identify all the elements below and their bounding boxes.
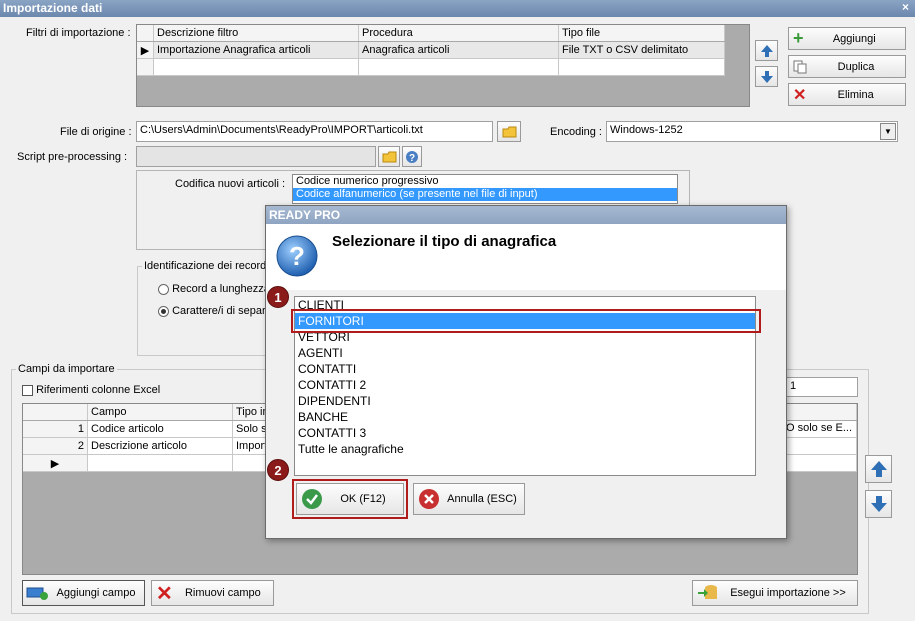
browse-script-button[interactable] [378,146,400,167]
filters-header-row: Descrizione filtro Procedura Tipo file [137,25,725,42]
radio-separator[interactable]: Carattere/i di separ [158,305,266,317]
excel-refs-checkbox[interactable]: Riferimenti colonne Excel [22,384,160,396]
script-help-button[interactable]: ? [402,146,422,167]
remove-field-button[interactable]: ✕ Rimuovi campo [151,580,274,606]
dialog-header: ? Selezionare il tipo di anagrafica [266,224,786,290]
coding-list[interactable]: Codice numerico progressivo Codice alfan… [292,174,678,204]
list-item-contatti-3[interactable]: CONTATTI 3 [295,425,755,441]
select-type-dialog: READY PRO ? Selezionare il tipo di anagr… [265,205,787,539]
chevron-down-icon[interactable]: ▼ [880,123,896,140]
row-pointer-icon: ▶ [137,41,154,59]
close-icon[interactable]: × [902,0,909,14]
delete-x-icon: ✕ [793,86,807,104]
cell-descrizione: Importazione Anagrafica articoli [153,41,359,59]
list-item-contatti-2[interactable]: CONTATTI 2 [295,377,755,393]
browse-file-button[interactable] [497,121,521,142]
window-titlebar: Importazione dati × [0,0,915,17]
radio-fixed-length[interactable]: Record a lunghezza [158,283,270,295]
col-tipo-file[interactable]: Tipo file [558,25,725,42]
add-field-button[interactable]: Aggiungi campo [22,580,145,606]
arrow-up-icon [760,44,773,57]
delete-x-icon: ✕ [156,582,173,605]
copy-icon [793,60,807,73]
fields-right-cell-text: O solo se E... [786,422,853,434]
list-item-agenti[interactable]: AGENTI [295,345,755,361]
cell-tipo-file: File TXT o CSV delimitato [558,41,725,59]
field-move-down-button[interactable] [865,490,892,518]
dialog-question: Selezionare il tipo di anagrafica [332,233,557,250]
highlight-fornitori [291,309,761,333]
encoding-select[interactable]: Windows-1252 ▼ [606,121,898,142]
add-filter-button[interactable]: + Aggiungi [788,27,906,50]
folder-icon [502,126,516,137]
fields-legend: Campi da importare [16,363,117,375]
arrow-down-icon [870,496,887,512]
encoding-label: Encoding : [550,126,602,138]
list-item-contatti[interactable]: CONTATTI [295,361,755,377]
arrow-down-icon [760,70,773,83]
coding-label: Codifica nuovi articoli : [175,178,286,190]
move-up-button[interactable] [755,40,778,61]
table-row-new[interactable] [137,58,725,76]
svg-text:?: ? [409,153,415,164]
filters-label: Filtri di importazione : [26,27,131,39]
right-value-input[interactable]: 1 [786,377,858,397]
col-campo[interactable]: Campo [87,404,233,421]
list-item[interactable]: Codice numerico progressivo [293,175,677,188]
step-marker-2: 2 [267,459,289,481]
dialog-title: READY PRO [269,208,341,222]
list-item-tutte[interactable]: Tutte le anagrafiche [295,441,755,457]
script-input[interactable] [136,146,376,167]
source-file-label: File di origine : [60,126,132,138]
dialog-titlebar: READY PRO [266,206,786,224]
run-import-button[interactable]: Esegui importazione >> [692,580,858,606]
highlight-ok [292,479,408,519]
folder-icon [382,151,396,162]
source-file-input[interactable]: C:\Users\Admin\Documents\ReadyPro\IMPORT… [136,121,493,142]
step-marker-1: 1 [267,286,289,308]
script-label: Script pre-processing : [17,151,128,163]
list-item-banche[interactable]: BANCHE [295,409,755,425]
duplicate-filter-button[interactable]: Duplica [788,55,906,78]
list-item[interactable]: Codice alfanumerico (se presente nel fil… [293,188,677,201]
cancel-button[interactable]: Annulla (ESC) [413,483,525,515]
field-move-up-button[interactable] [865,455,892,483]
window-title: Importazione dati [3,1,103,15]
record-legend: Identificazione dei record [142,260,269,272]
question-icon: ? [276,235,318,277]
cell-procedura: Anagrafica articoli [358,41,559,59]
col-procedura[interactable]: Procedura [358,25,559,42]
row-pointer-icon: ▶ [23,454,88,472]
filters-grid[interactable]: Descrizione filtro Procedura Tipo file ▶… [136,24,750,107]
cancel-icon [419,489,439,509]
col-descrizione-filtro[interactable]: Descrizione filtro [153,25,359,42]
import-icon [698,585,717,599]
plus-icon: + [793,28,804,48]
delete-filter-button[interactable]: ✕ Elimina [788,83,906,106]
svg-text:?: ? [289,241,305,271]
add-field-icon [26,587,48,600]
move-down-button[interactable] [755,66,778,87]
table-row[interactable]: ▶ Importazione Anagrafica articoli Anagr… [137,41,725,59]
list-item-dipendenti[interactable]: DIPENDENTI [295,393,755,409]
arrow-up-icon [870,461,887,477]
help-icon: ? [406,150,418,164]
